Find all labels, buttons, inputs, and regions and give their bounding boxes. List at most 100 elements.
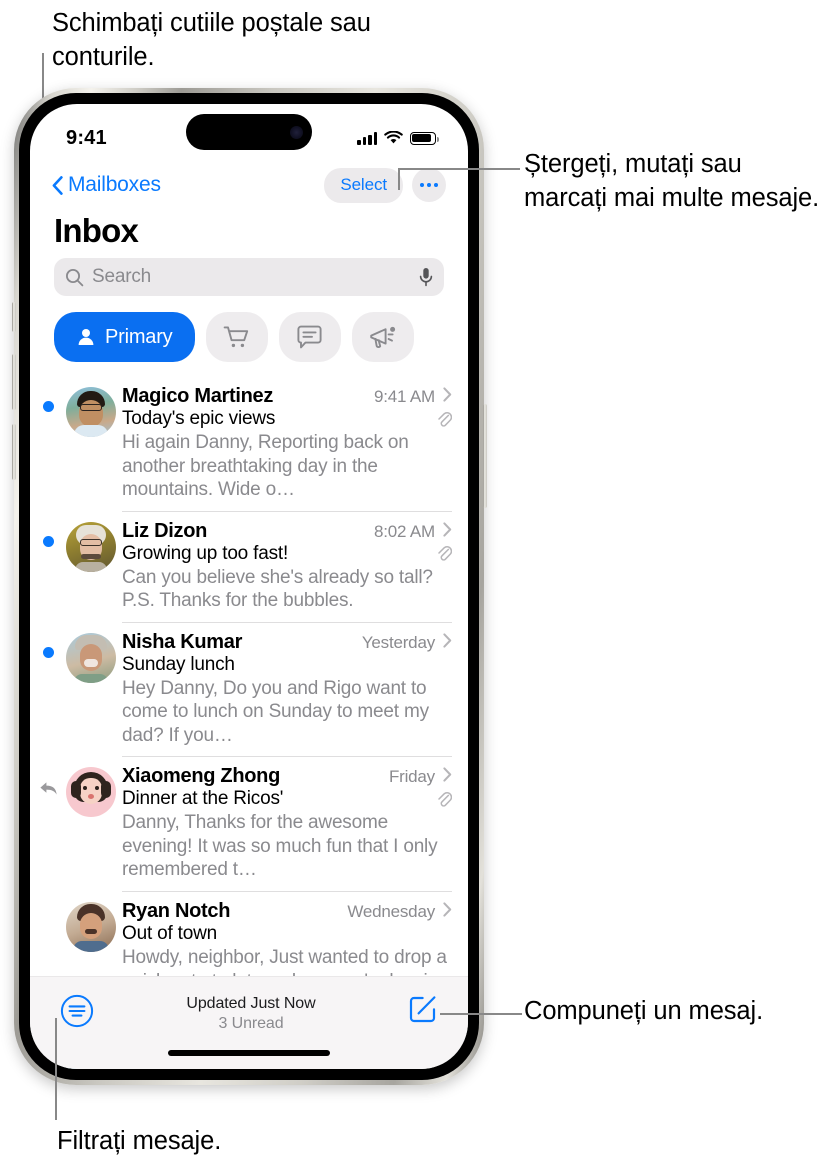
leader-line-filter bbox=[55, 1018, 57, 1120]
message-sender: Ryan Notch bbox=[122, 900, 231, 923]
person-icon bbox=[78, 329, 94, 345]
compose-square-pencil-icon bbox=[409, 996, 436, 1023]
select-button[interactable]: Select bbox=[324, 167, 403, 203]
magnifier-icon bbox=[66, 268, 84, 286]
category-chip-primary-label: Primary bbox=[105, 325, 173, 348]
callout-filter: Filtrați mesaje. bbox=[57, 1127, 222, 1155]
message-timestamp: Wednesday bbox=[347, 902, 435, 922]
category-chip-shopping[interactable] bbox=[205, 312, 268, 362]
callout-select: Ștergeți, mutați sau marcați mai multe m… bbox=[524, 150, 820, 213]
compose-button[interactable] bbox=[408, 994, 438, 1024]
unread-dot-icon bbox=[42, 535, 54, 547]
table-row[interactable]: Magico Martinez 9:41 AM Today's epic vie… bbox=[30, 376, 468, 511]
replied-indicator bbox=[30, 765, 66, 797]
unread-indicator bbox=[30, 631, 66, 658]
chevron-right-icon[interactable] bbox=[443, 767, 452, 782]
reply-arrow-icon bbox=[39, 782, 57, 795]
more-options-button[interactable] bbox=[412, 168, 446, 202]
message-subject: Dinner at the Ricos' bbox=[122, 788, 284, 810]
ellipsis-icon-dot bbox=[427, 183, 431, 187]
search-input[interactable]: Search bbox=[92, 266, 411, 288]
unread-indicator bbox=[30, 520, 66, 547]
ellipsis-icon-dot bbox=[420, 183, 424, 187]
category-chip-transactions[interactable] bbox=[278, 312, 341, 362]
volume-down-button[interactable] bbox=[11, 424, 16, 480]
back-button-label: Mailboxes bbox=[68, 173, 161, 196]
category-chip-promotions[interactable] bbox=[351, 312, 414, 362]
chevron-right-icon[interactable] bbox=[443, 633, 452, 648]
sync-status: Updated Just Now 3 Unread bbox=[94, 994, 408, 1033]
message-sender: Magico Martinez bbox=[122, 385, 274, 407]
leader-line-compose bbox=[440, 1013, 522, 1015]
search-bar[interactable]: Search bbox=[54, 258, 444, 296]
message-subject: Today's epic views bbox=[122, 408, 276, 429]
chevron-left-icon bbox=[52, 175, 63, 195]
chevron-right-icon[interactable] bbox=[443, 902, 452, 917]
attachment-paperclip-icon bbox=[438, 411, 452, 427]
message-sender: Nisha Kumar bbox=[122, 630, 243, 653]
callout-compose: Compuneți un mesaj. bbox=[524, 997, 764, 1025]
microphone-icon[interactable] bbox=[419, 267, 433, 287]
chat-bubble-icon bbox=[297, 325, 322, 348]
callout-mailboxes: Schimbați cutiile poștale sau conturile. bbox=[52, 9, 371, 72]
table-row[interactable]: Xiaomeng Zhong Friday Dinner at the Rico… bbox=[30, 756, 468, 891]
device-bezel: 9:41 Mailboxes Select Inbox Search Prima… bbox=[19, 93, 479, 1080]
attachment-paperclip-icon bbox=[438, 791, 452, 807]
message-timestamp: 9:41 AM bbox=[374, 387, 435, 406]
message-subject: Sunday lunch bbox=[122, 653, 235, 675]
table-row[interactable]: Nisha Kumar Yesterday Sunday lunch Hey D… bbox=[30, 621, 468, 757]
message-subject: Out of town bbox=[122, 923, 217, 945]
mail-message-list: Magico Martinez 9:41 AM Today's epic vie… bbox=[30, 376, 468, 1069]
attachment-paperclip-icon bbox=[438, 546, 452, 561]
megaphone-icon bbox=[369, 326, 395, 348]
message-preview: Danny, Thanks for the awesome evening! I… bbox=[122, 812, 438, 881]
volume-up-button[interactable] bbox=[11, 354, 16, 410]
unread-dot-icon bbox=[42, 401, 54, 412]
message-sender: Xiaomeng Zhong bbox=[122, 765, 281, 788]
chevron-right-icon[interactable] bbox=[443, 522, 452, 537]
home-indicator bbox=[168, 1050, 330, 1056]
bottom-toolbar: Updated Just Now 3 Unread bbox=[30, 976, 468, 1069]
message-timestamp: Friday bbox=[388, 767, 435, 787]
message-content: Nisha Kumar Yesterday Sunday lunch Hey D… bbox=[122, 631, 468, 748]
message-content: Xiaomeng Zhong Friday Dinner at the Rico… bbox=[122, 765, 468, 882]
device-screen: 9:41 Mailboxes Select Inbox Search Prima… bbox=[30, 104, 468, 1069]
front-camera-icon bbox=[290, 125, 303, 139]
leader-line-select bbox=[398, 168, 520, 170]
status-bar: 9:41 bbox=[30, 104, 468, 158]
chevron-right-icon[interactable] bbox=[443, 387, 452, 402]
filter-lines-circle-icon bbox=[60, 994, 94, 1028]
mute-switch[interactable] bbox=[11, 302, 16, 332]
avatar bbox=[66, 385, 122, 502]
power-button[interactable] bbox=[482, 404, 487, 508]
filter-button[interactable] bbox=[60, 994, 94, 1028]
table-row[interactable]: Liz Dizon 8:02 AM Growing up too fast! C… bbox=[30, 510, 468, 622]
dynamic-island bbox=[186, 114, 312, 150]
nav-actions: Select bbox=[324, 167, 446, 203]
search-container: Search bbox=[30, 258, 468, 296]
message-sender: Liz Dizon bbox=[122, 519, 208, 542]
category-filter-chips: Primary bbox=[30, 296, 468, 376]
avatar bbox=[66, 631, 122, 748]
shopping-cart-icon bbox=[223, 325, 249, 347]
status-indicators bbox=[357, 131, 439, 145]
message-preview: Hey Danny, Do you and Rigo want to come … bbox=[122, 677, 429, 746]
wifi-icon bbox=[384, 131, 403, 144]
status-time: 9:41 bbox=[66, 126, 107, 149]
navigation-bar: Mailboxes Select bbox=[30, 158, 468, 206]
mailboxes-back-button[interactable]: Mailboxes bbox=[52, 173, 161, 197]
message-content: Liz Dizon 8:02 AM Growing up too fast! C… bbox=[122, 520, 468, 613]
message-content: Magico Martinez 9:41 AM Today's epic vie… bbox=[122, 385, 468, 502]
category-chip-primary[interactable]: Primary bbox=[54, 312, 195, 362]
message-timestamp: Yesterday bbox=[361, 632, 435, 652]
unread-count-text: 3 Unread bbox=[218, 1015, 284, 1032]
avatar bbox=[66, 765, 122, 882]
signal-bars-icon bbox=[357, 131, 377, 145]
message-timestamp: 8:02 AM bbox=[374, 521, 435, 541]
message-preview: Can you believe she's already so tall? P… bbox=[122, 566, 433, 612]
page-title: Inbox bbox=[54, 212, 139, 249]
leader-line-select-stub bbox=[398, 168, 400, 190]
iphone-device-frame: 9:41 Mailboxes Select Inbox Search Prima… bbox=[11, 88, 487, 1085]
battery-icon bbox=[410, 131, 439, 145]
avatar bbox=[66, 520, 122, 613]
